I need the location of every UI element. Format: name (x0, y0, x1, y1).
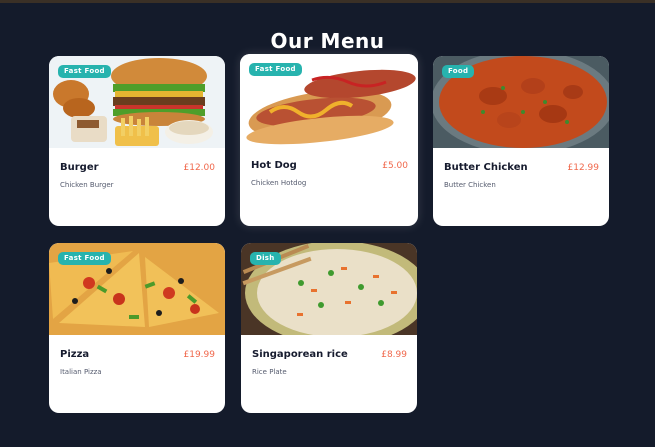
item-price: £12.99 (567, 163, 600, 173)
item-name: Burger (60, 162, 99, 173)
item-name: Singaporean rice (252, 349, 348, 360)
item-price: £19.99 (183, 350, 216, 360)
menu-card-hotdog[interactable]: Fast Food Hot Dog £5.00 Chicken Hotdog (240, 54, 418, 226)
item-description: Italian Pizza (60, 368, 102, 376)
item-name: Butter Chicken (444, 162, 528, 173)
menu-card-burger[interactable]: Fast Food Burger £12.00 Chicken Burger (49, 56, 225, 226)
category-badge: Fast Food (58, 252, 111, 265)
top-bar (0, 0, 655, 3)
item-price: £12.00 (183, 163, 216, 173)
item-description: Butter Chicken (444, 181, 496, 189)
item-description: Chicken Hotdog (251, 179, 307, 187)
category-badge: Fast Food (58, 65, 111, 78)
item-price: £8.99 (381, 350, 407, 360)
item-price: £5.00 (382, 161, 408, 171)
item-description: Chicken Burger (60, 181, 114, 189)
item-description: Rice Plate (252, 368, 287, 376)
category-badge: Food (442, 65, 475, 78)
page-title: Our Menu (270, 29, 385, 54)
menu-card-butter-chicken[interactable]: Food Butter Chicken £12.99 Butter Chicke… (433, 56, 609, 226)
item-name: Pizza (60, 349, 90, 360)
menu-card-pizza[interactable]: Fast Food Pizza £19.99 Italian Pizza (49, 243, 225, 413)
menu-card-singaporean-rice[interactable]: Dish Singaporean rice £8.99 Rice Plate (241, 243, 417, 413)
category-badge: Dish (250, 252, 281, 265)
item-name: Hot Dog (251, 160, 297, 171)
category-badge: Fast Food (249, 63, 302, 76)
